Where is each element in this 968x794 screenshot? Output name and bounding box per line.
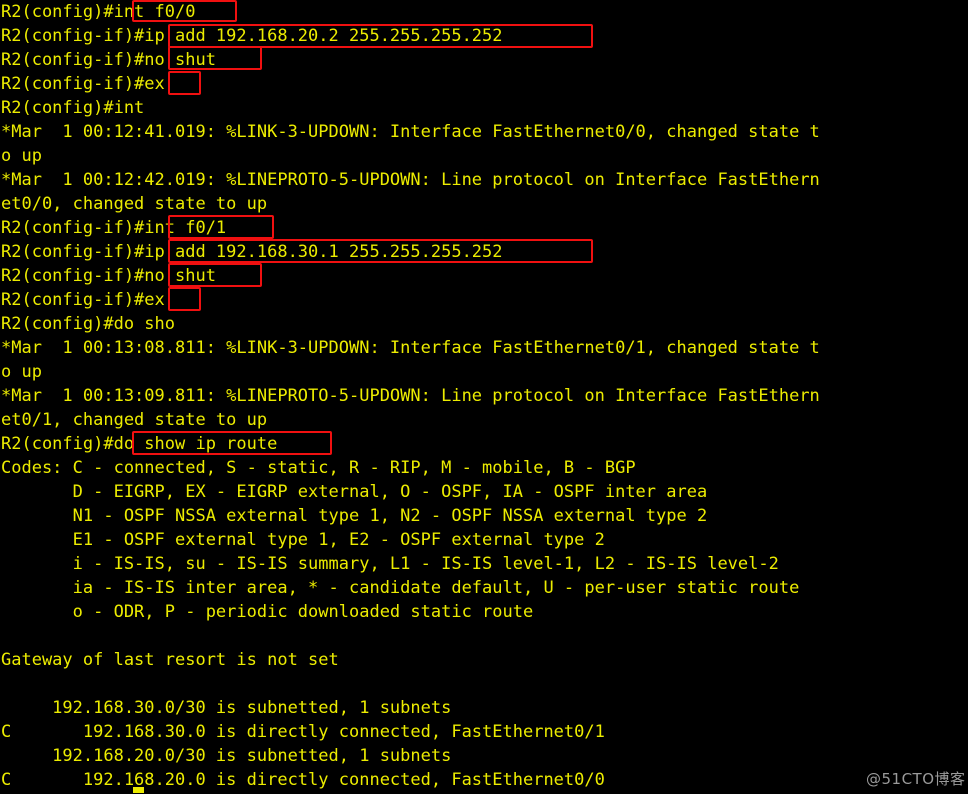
terminal-line: R2(config-if)#no shut (1, 266, 216, 286)
terminal-line: et0/0, changed state to up (1, 194, 268, 214)
terminal-line: ia - IS-IS inter area, * - candidate def… (1, 578, 800, 598)
terminal-line: Codes: C - connected, S - static, R - RI… (1, 458, 636, 478)
terminal-line: *Mar 1 00:13:09.811: %LINEPROTO-5-UPDOWN… (1, 386, 820, 406)
terminal-line: 192.168.20.0/30 is subnetted, 1 subnets (1, 746, 452, 766)
terminal-window[interactable]: R2(config)#int f0/0 R2(config-if)#ip add … (0, 0, 968, 794)
terminal-line: R2(config)#int (1, 98, 145, 118)
terminal-line: 192.168.30.0/30 is subnetted, 1 subnets (1, 698, 452, 718)
terminal-line: C 192.168.20.0 is directly connected, Fa… (1, 770, 605, 790)
terminal-line: o up (1, 362, 42, 382)
terminal-line: R2(config-if)#int f0/1 (1, 218, 227, 238)
terminal-line: *Mar 1 00:12:42.019: %LINEPROTO-5-UPDOWN… (1, 170, 820, 190)
terminal-line: o - ODR, P - periodic downloaded static … (1, 602, 534, 622)
terminal-line: R2(config-if)#ip add 192.168.30.1 255.25… (1, 242, 503, 262)
terminal-line: N1 - OSPF NSSA external type 1, N2 - OSP… (1, 506, 708, 526)
terminal-line: *Mar 1 00:12:41.019: %LINK-3-UPDOWN: Int… (1, 122, 820, 142)
terminal-line: E1 - OSPF external type 1, E2 - OSPF ext… (1, 530, 605, 550)
terminal-line: R2(config)#do show ip route (1, 434, 278, 454)
terminal-line: R2(config-if)#ex (1, 74, 165, 94)
terminal-line: *Mar 1 00:13:08.811: %LINK-3-UPDOWN: Int… (1, 338, 820, 358)
console-output: R2(config)#int f0/0 R2(config-if)#ip add … (0, 0, 968, 792)
terminal-line: R2(config)#do sho (1, 314, 175, 334)
terminal-line: R2(config-if)#no shut (1, 50, 216, 70)
terminal-line: C 192.168.30.0 is directly connected, Fa… (1, 722, 605, 742)
terminal-line: et0/1, changed state to up (1, 410, 268, 430)
terminal-line: R2(config)#int f0/0 (1, 2, 196, 22)
watermark-label: @51CTO博客 (866, 770, 966, 788)
terminal-line: i - IS-IS, su - IS-IS summary, L1 - IS-I… (1, 554, 779, 574)
terminal-line: R2(config-if)#ex (1, 290, 165, 310)
terminal-line: o up (1, 146, 42, 166)
text-cursor (133, 787, 144, 793)
terminal-line: D - EIGRP, EX - EIGRP external, O - OSPF… (1, 482, 708, 502)
terminal-line: Gateway of last resort is not set (1, 650, 339, 670)
terminal-line: R2(config-if)#ip add 192.168.20.2 255.25… (1, 26, 503, 46)
